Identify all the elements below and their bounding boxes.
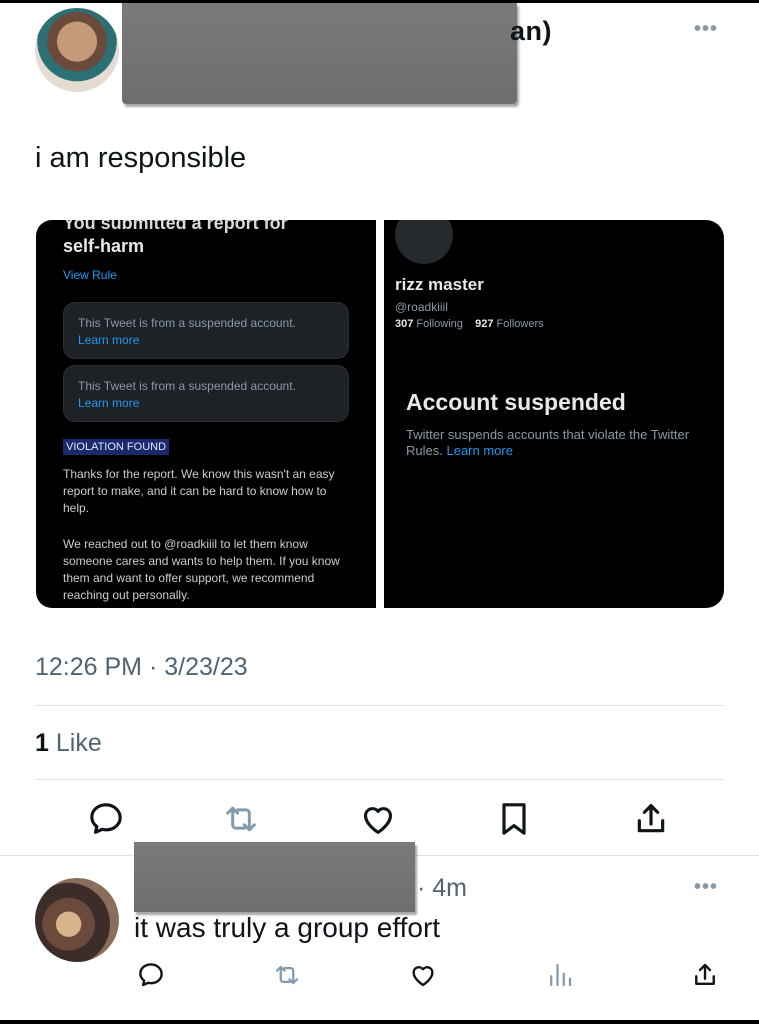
likes-count[interactable]: 1 Like — [35, 729, 102, 758]
reply-icon — [139, 963, 163, 987]
reply-like-button[interactable] — [408, 960, 438, 990]
author-avatar[interactable] — [35, 8, 119, 92]
more-options-icon[interactable]: ••• — [694, 876, 718, 899]
reply-author-avatar[interactable] — [35, 878, 119, 962]
followers-label: Followers — [496, 318, 544, 330]
suspended-tweet-box: This Tweet is from a suspended account. … — [63, 302, 349, 359]
redacted-reply-author-name — [134, 842, 415, 912]
followers-count: 927 — [475, 318, 494, 330]
profile-name: rizz master — [395, 275, 484, 294]
reply-button[interactable] — [86, 799, 126, 839]
divider — [35, 705, 724, 706]
share-icon — [695, 963, 715, 985]
profile-stats: 307 Following 927 Followers — [395, 318, 544, 330]
reply-text: it was truly a group effort — [134, 912, 441, 943]
report-paragraph: Thanks for the report. We know this wasn… — [63, 467, 335, 515]
suspended-profile-screenshot-image[interactable]: rizz master @roadkiiil 307 Following 927… — [384, 220, 724, 608]
profile-avatar-placeholder — [395, 220, 453, 264]
share-button[interactable] — [631, 799, 671, 839]
learn-more-link: Learn more — [78, 396, 140, 410]
learn-more-link: Learn more — [78, 333, 140, 347]
account-suspended-description: Twitter suspends accounts that violate t… — [406, 427, 696, 459]
likes-number: 1 — [35, 729, 49, 757]
divider — [35, 779, 724, 780]
suspended-tweet-text: This Tweet is from a suspended account. — [78, 316, 296, 330]
tweet-text: i am responsible — [35, 142, 247, 174]
reply-views-button[interactable] — [545, 960, 575, 990]
author-name-fragment: an) — [510, 16, 552, 46]
views-icon — [550, 963, 572, 987]
reply-reply-button[interactable] — [136, 960, 166, 990]
view-rule-link: View Rule — [63, 268, 117, 282]
more-options-icon[interactable]: ••• — [694, 18, 718, 41]
report-title: self-harm — [63, 236, 145, 256]
tweet-timestamp[interactable]: 12:26 PM · 3/23/23 — [35, 653, 248, 682]
reply-retweet-button[interactable] — [272, 960, 302, 990]
reply-time[interactable]: · 4m — [417, 874, 467, 903]
account-suspended-heading: Account suspended — [406, 389, 626, 415]
retweet-icon — [226, 806, 256, 832]
following-count: 307 — [395, 318, 414, 330]
profile-handle: @roadkiiil — [395, 300, 448, 314]
learn-more-link: Learn more — [446, 443, 513, 458]
retweet-icon — [275, 965, 299, 985]
share-icon — [637, 804, 665, 833]
like-button[interactable] — [358, 799, 398, 839]
suspended-tweet-box: This Tweet is from a suspended account. … — [63, 365, 349, 422]
bottom-edge-bar — [0, 1020, 759, 1024]
reply-icon — [90, 803, 122, 834]
report-screenshot-image[interactable]: You submitted a report for self-harm Vie… — [36, 220, 376, 608]
reply-share-button[interactable] — [690, 960, 720, 990]
like-icon — [363, 807, 393, 834]
suspended-tweet-text: This Tweet is from a suspended account. — [78, 379, 296, 393]
likes-label: Like — [55, 729, 102, 757]
report-header-text: You submitted a report for — [63, 220, 288, 233]
redacted-author-name — [122, 3, 517, 104]
violation-badge: VIOLATION FOUND — [63, 439, 170, 455]
report-paragraph: We reached out to @roadkiiil to let them… — [63, 537, 340, 602]
like-icon — [412, 966, 434, 987]
following-label: Following — [416, 318, 463, 330]
bookmark-button[interactable] — [494, 799, 534, 839]
bookmark-icon — [502, 803, 526, 835]
retweet-button[interactable] — [221, 799, 261, 839]
